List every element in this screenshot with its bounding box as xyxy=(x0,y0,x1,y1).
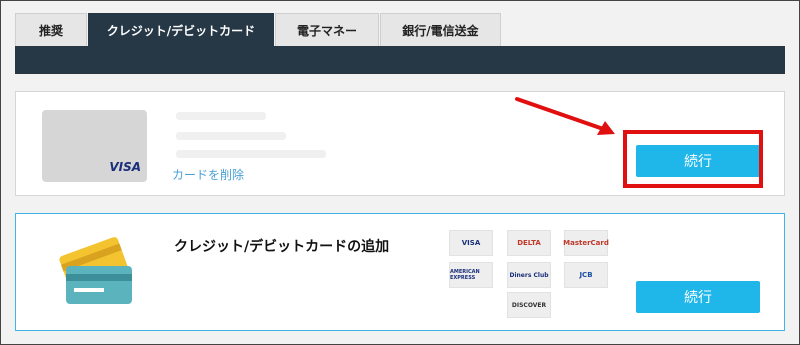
visa-logo: VISA xyxy=(449,230,493,256)
masked-card-info xyxy=(176,112,266,120)
discover-logo: DISCOVER xyxy=(507,292,551,318)
delta-logo: DELTA xyxy=(507,230,551,256)
tab-bank-transfer[interactable]: 銀行/電信送金 xyxy=(380,13,501,47)
highlight-box xyxy=(623,130,763,188)
payment-tabs: 推奨 クレジット/デビットカード 電子マネー 銀行/電信送金 xyxy=(15,13,785,47)
add-card-panel[interactable]: クレジット/デビットカードの追加 VISA DELTA MasterCard A… xyxy=(15,213,785,331)
tab-credit-debit-card[interactable]: クレジット/デビットカード xyxy=(88,13,274,47)
amex-logo: AMERICAN EXPRESS xyxy=(449,262,493,288)
mastercard-logo: MasterCard xyxy=(563,230,609,256)
visa-logo: VISA xyxy=(109,160,141,174)
masked-card-info xyxy=(176,132,286,140)
red-arrow-icon xyxy=(515,97,615,135)
tab-panel-header xyxy=(15,46,785,74)
jcb-logo: JCB xyxy=(564,262,608,288)
tab-recommended[interactable]: 推奨 xyxy=(15,13,87,47)
diners-club-logo: Diners Club xyxy=(507,262,551,288)
credit-cards-icon xyxy=(59,237,132,304)
delete-card-link[interactable]: カードを削除 xyxy=(172,166,244,183)
masked-card-info xyxy=(176,150,326,158)
card-thumbnail: VISA xyxy=(42,110,147,182)
continue-button-add-card[interactable]: 続行 xyxy=(636,281,760,313)
tab-e-money[interactable]: 電子マネー xyxy=(275,13,379,47)
add-card-title: クレジット/デビットカードの追加 xyxy=(174,239,390,255)
